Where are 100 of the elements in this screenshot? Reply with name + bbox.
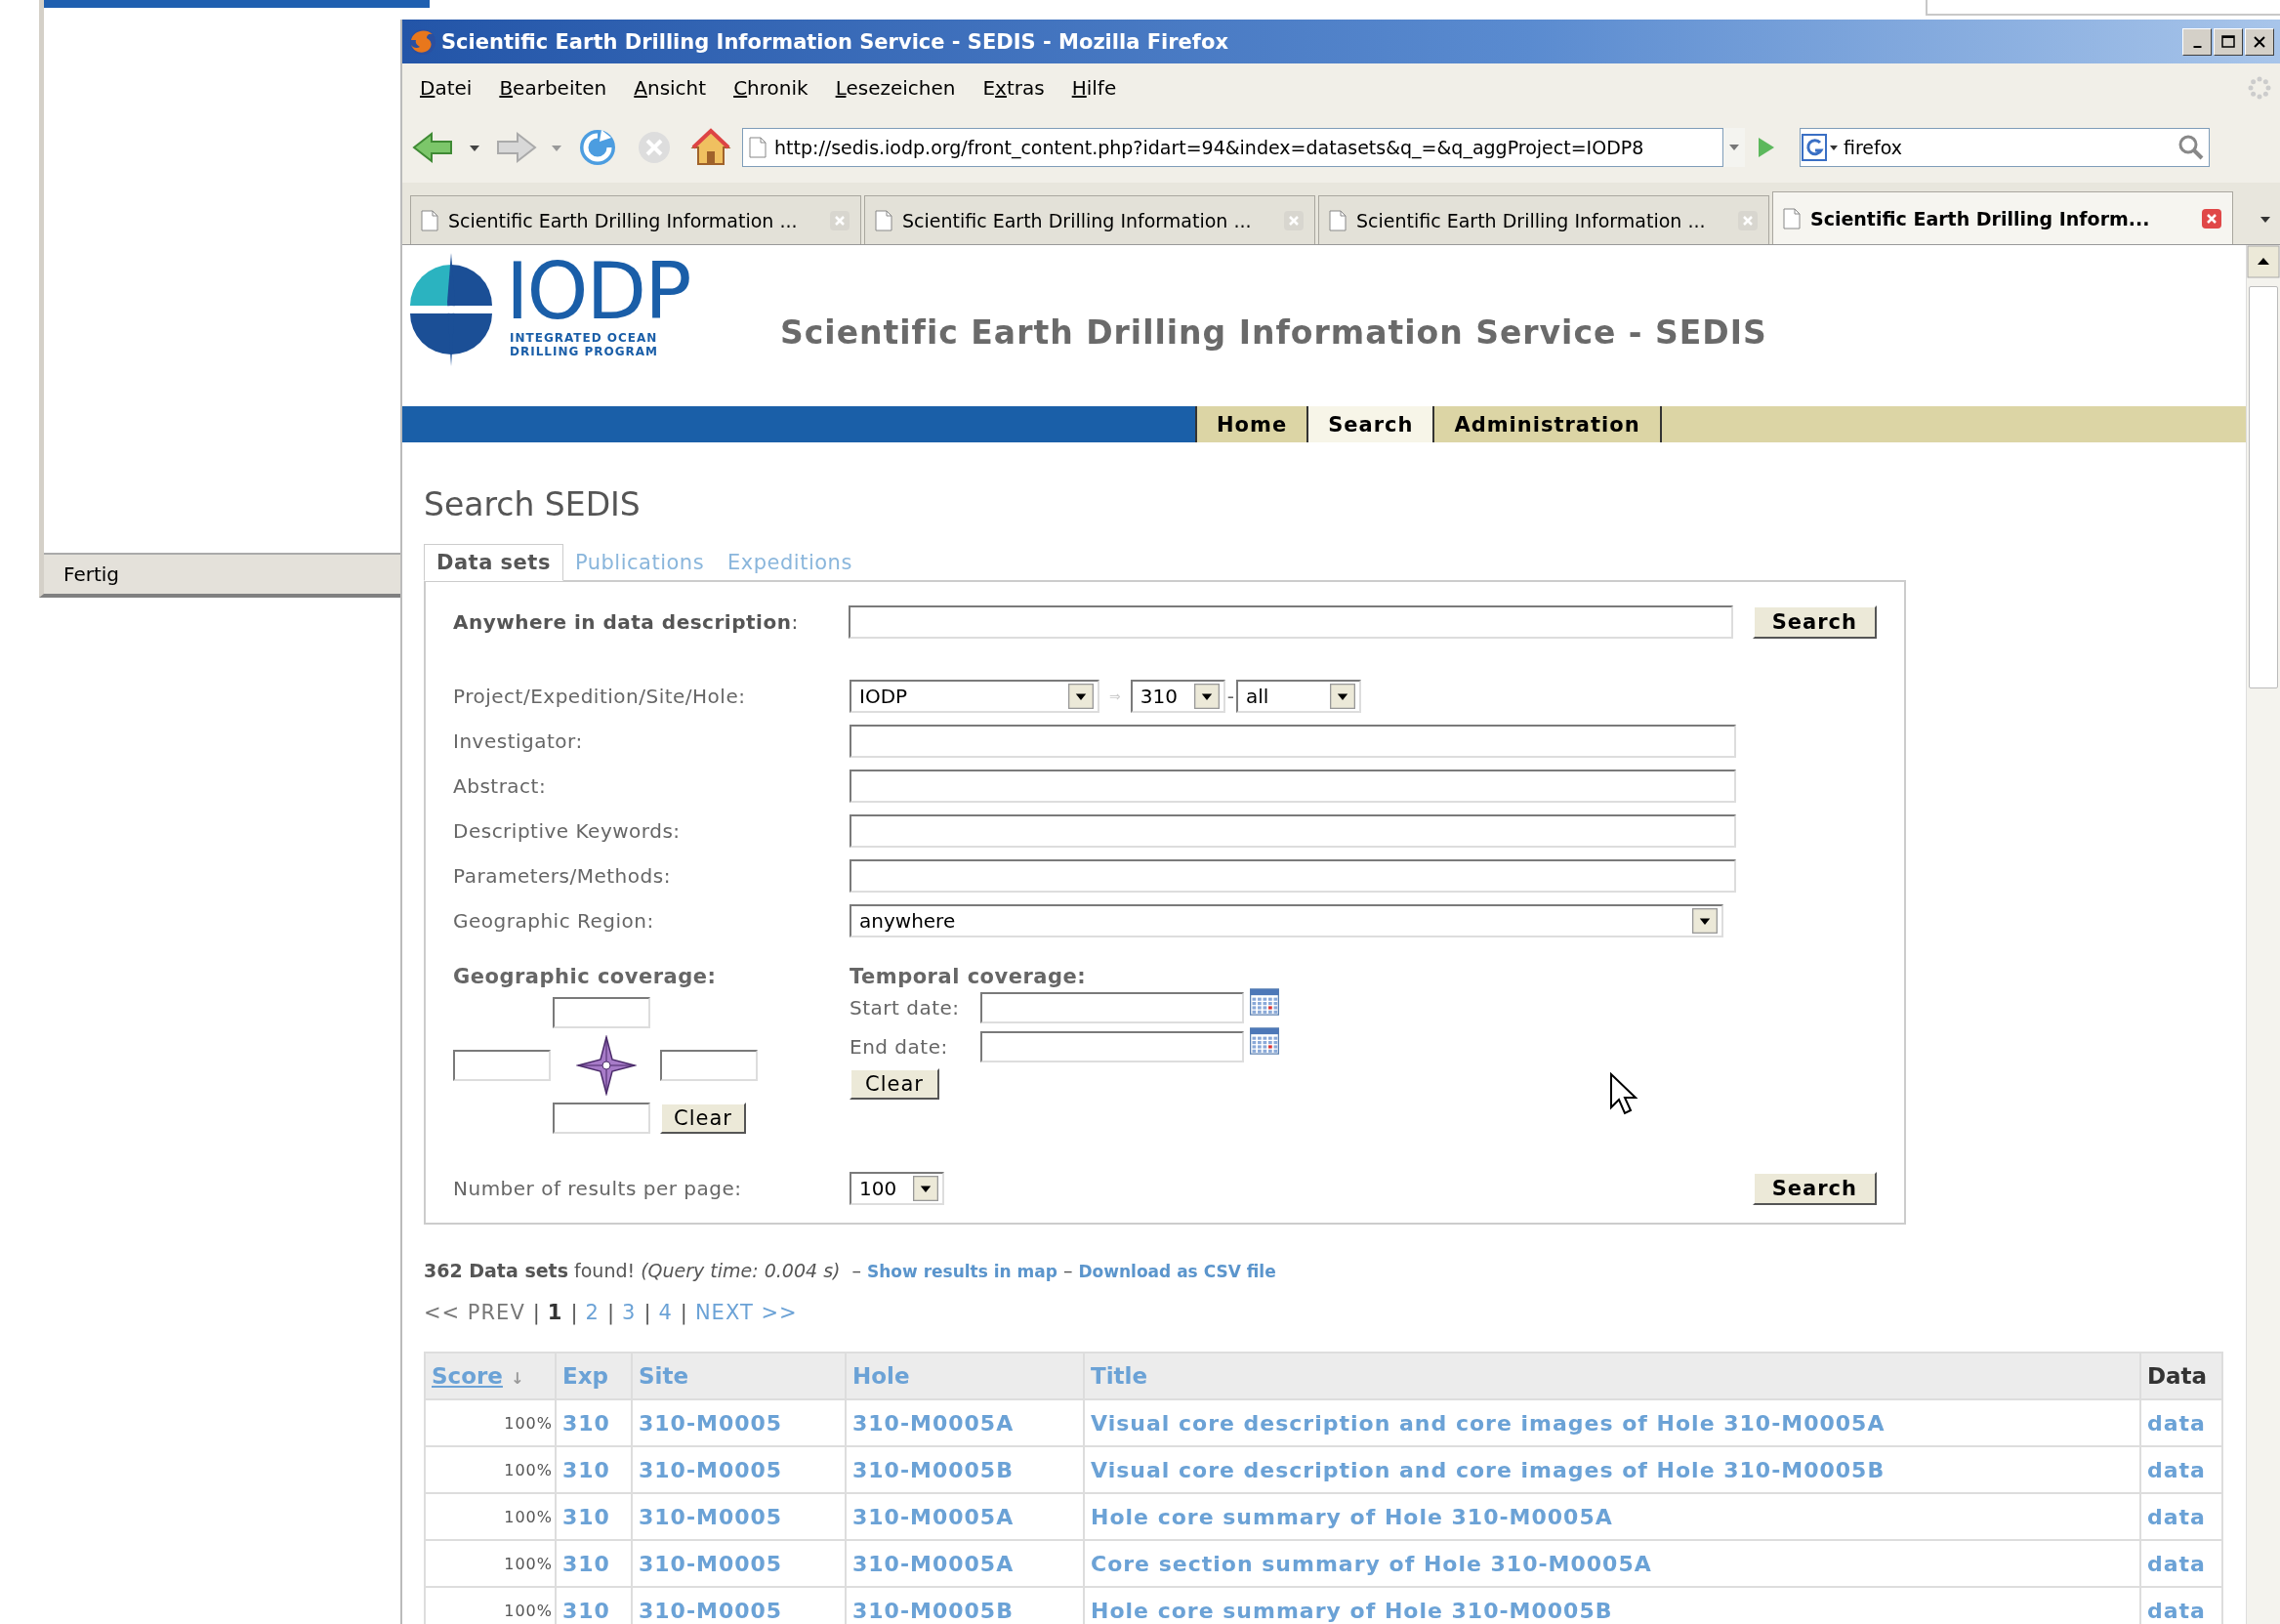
separator: – <box>1063 1260 1073 1281</box>
maximize-button[interactable] <box>2214 27 2243 56</box>
site-link[interactable]: 310-M0005 <box>632 1493 846 1540</box>
expedition-link[interactable]: 310 <box>556 1446 632 1493</box>
scrollbar[interactable] <box>2246 245 2280 1624</box>
page-link[interactable]: 4 <box>658 1301 673 1324</box>
title-link[interactable]: Hole core summary of Hole 310-M0005A <box>1084 1493 2140 1540</box>
title-link[interactable]: Visual core description and core images of Hole 310-M0005B <box>1084 1446 2140 1493</box>
menu-item[interactable]: Chronik <box>720 76 822 100</box>
dropdown-icon <box>1193 684 1220 709</box>
date-field[interactable] <box>980 1031 1244 1062</box>
score-cell: 100% <box>425 1446 556 1493</box>
separator: – <box>851 1260 861 1281</box>
page-link[interactable]: 3 <box>622 1301 637 1324</box>
title-link[interactable]: Core section summary of Hole 310-M0005A <box>1084 1540 2140 1587</box>
search-tab[interactable]: Expeditions <box>716 545 864 580</box>
menu-item[interactable]: Ansicht <box>620 76 721 100</box>
browser-tab[interactable]: Scientific Earth Drilling Inform... <box>1772 191 2233 244</box>
dropdown-icon[interactable] <box>1723 128 1745 167</box>
input-field[interactable] <box>850 859 1736 893</box>
nav-tab[interactable]: Search <box>1308 406 1435 442</box>
calendar-icon[interactable] <box>1250 988 1279 1016</box>
north-field[interactable] <box>553 997 650 1028</box>
search-field[interactable]: firefox <box>1800 128 2210 167</box>
menu-item[interactable]: Extras <box>969 76 1058 100</box>
menu-item[interactable]: Datei <box>406 76 486 100</box>
site-link[interactable]: 310-M0005 <box>632 1540 846 1587</box>
browser-tab[interactable]: Scientific Earth Drilling Information ... <box>1318 195 1769 244</box>
expedition-select[interactable]: 310 <box>1130 680 1225 713</box>
score-cell: 100% <box>425 1540 556 1587</box>
expedition-link[interactable]: 310 <box>556 1493 632 1540</box>
input-field[interactable] <box>850 770 1736 803</box>
column-header[interactable]: Site <box>632 1353 846 1399</box>
calendar-icon[interactable] <box>1250 1027 1279 1055</box>
sort-indicator: ↓ <box>510 1369 524 1388</box>
clear-button[interactable]: Clear <box>850 1068 939 1100</box>
search-button[interactable]: Search <box>1752 1172 1877 1205</box>
logo-subtitle: INTEGRATED OCEAN DRILLING PROGRAM <box>510 331 660 359</box>
data-link[interactable]: data <box>2140 1446 2222 1493</box>
hole-link[interactable]: 310-M0005B <box>846 1446 1084 1493</box>
browser-tab[interactable]: Scientific Earth Drilling Information ... <box>864 195 1315 244</box>
input-field[interactable] <box>850 814 1736 848</box>
column-header[interactable]: Exp <box>556 1353 632 1399</box>
score-cell: 100% <box>425 1587 556 1624</box>
search-tab[interactable]: Publications <box>562 545 717 580</box>
browser-tab[interactable]: Scientific Earth Drilling Information ... <box>410 195 861 244</box>
date-field[interactable] <box>980 992 1244 1023</box>
expedition-link[interactable]: 310 <box>556 1399 632 1446</box>
hole-link[interactable]: 310-M0005A <box>846 1540 1084 1587</box>
result-link[interactable]: Download as CSV file <box>1078 1262 1276 1281</box>
input-field[interactable] <box>849 605 1733 639</box>
dropdown-icon <box>1068 684 1094 709</box>
column-header[interactable]: Hole <box>846 1353 1084 1399</box>
per-page-select[interactable]: 100 <box>850 1172 944 1205</box>
title-link[interactable]: Visual core description and core images of Hole 310-M0005A <box>1084 1399 2140 1446</box>
page-link[interactable]: 2 <box>585 1301 600 1324</box>
close-icon[interactable] <box>2201 207 2222 229</box>
search-tab[interactable]: Data sets <box>424 544 563 581</box>
search-button[interactable]: Search <box>1752 605 1877 639</box>
data-link[interactable]: data <box>2140 1493 2222 1540</box>
input-field[interactable] <box>850 725 1736 758</box>
menu-item[interactable]: Lesezeichen <box>821 76 970 100</box>
east-field[interactable] <box>660 1050 758 1081</box>
nav-tab[interactable]: Home <box>1195 406 1309 442</box>
region-select[interactable]: anywhere <box>850 904 1723 937</box>
logo-wordmark: IODP <box>506 253 690 331</box>
clear-button[interactable]: Clear <box>660 1103 746 1134</box>
address-field[interactable]: http://sedis.iodp.org/front_content.php?idart=94&index=datasets&q_=&q_aggProject=IODP8 <box>742 128 1723 167</box>
field-label: Parameters/Methods: <box>453 864 672 888</box>
site-select[interactable]: all <box>1235 680 1361 713</box>
page-link[interactable]: NEXT >> <box>694 1301 798 1324</box>
compass-rose-icon[interactable] <box>576 1035 637 1096</box>
sort-link[interactable]: Score <box>432 1363 503 1389</box>
project-select[interactable]: IODP <box>850 680 1099 713</box>
site-link[interactable]: 310-M0005 <box>632 1446 846 1493</box>
south-field[interactable] <box>553 1103 650 1134</box>
column-header[interactable]: Title <box>1084 1353 2140 1399</box>
result-link[interactable]: Show results in map <box>867 1262 1057 1281</box>
maximize-icon <box>2219 33 2237 50</box>
minimize-button[interactable] <box>2182 27 2212 56</box>
field-label: Start date: <box>850 996 961 1020</box>
west-field[interactable] <box>453 1050 551 1081</box>
hole-link[interactable]: 310-M0005A <box>846 1399 1084 1446</box>
hole-link[interactable]: 310-M0005A <box>846 1493 1084 1540</box>
dropdown-icon <box>1692 908 1718 934</box>
close-button[interactable] <box>2245 27 2274 56</box>
page-link[interactable]: 1 <box>547 1301 563 1324</box>
data-link[interactable]: data <box>2140 1540 2222 1587</box>
menu-item[interactable]: Bearbeiten <box>485 76 621 100</box>
scroll-up-icon[interactable] <box>2247 245 2280 278</box>
site-title: Scientific Earth Drilling Information Service - SEDIS <box>780 313 1767 352</box>
google-g-icon[interactable] <box>1801 132 1840 163</box>
page-heading: Search SEDIS <box>424 485 642 523</box>
data-link[interactable]: data <box>2140 1399 2222 1446</box>
expedition-link[interactable]: 310 <box>556 1540 632 1587</box>
field-label: Investigator: <box>453 729 584 753</box>
field-label: Geographic Region: <box>453 909 655 933</box>
site-link[interactable]: 310-M0005 <box>632 1399 846 1446</box>
menu-item[interactable]: Hilfe <box>1057 76 1131 100</box>
page-icon <box>749 137 767 158</box>
